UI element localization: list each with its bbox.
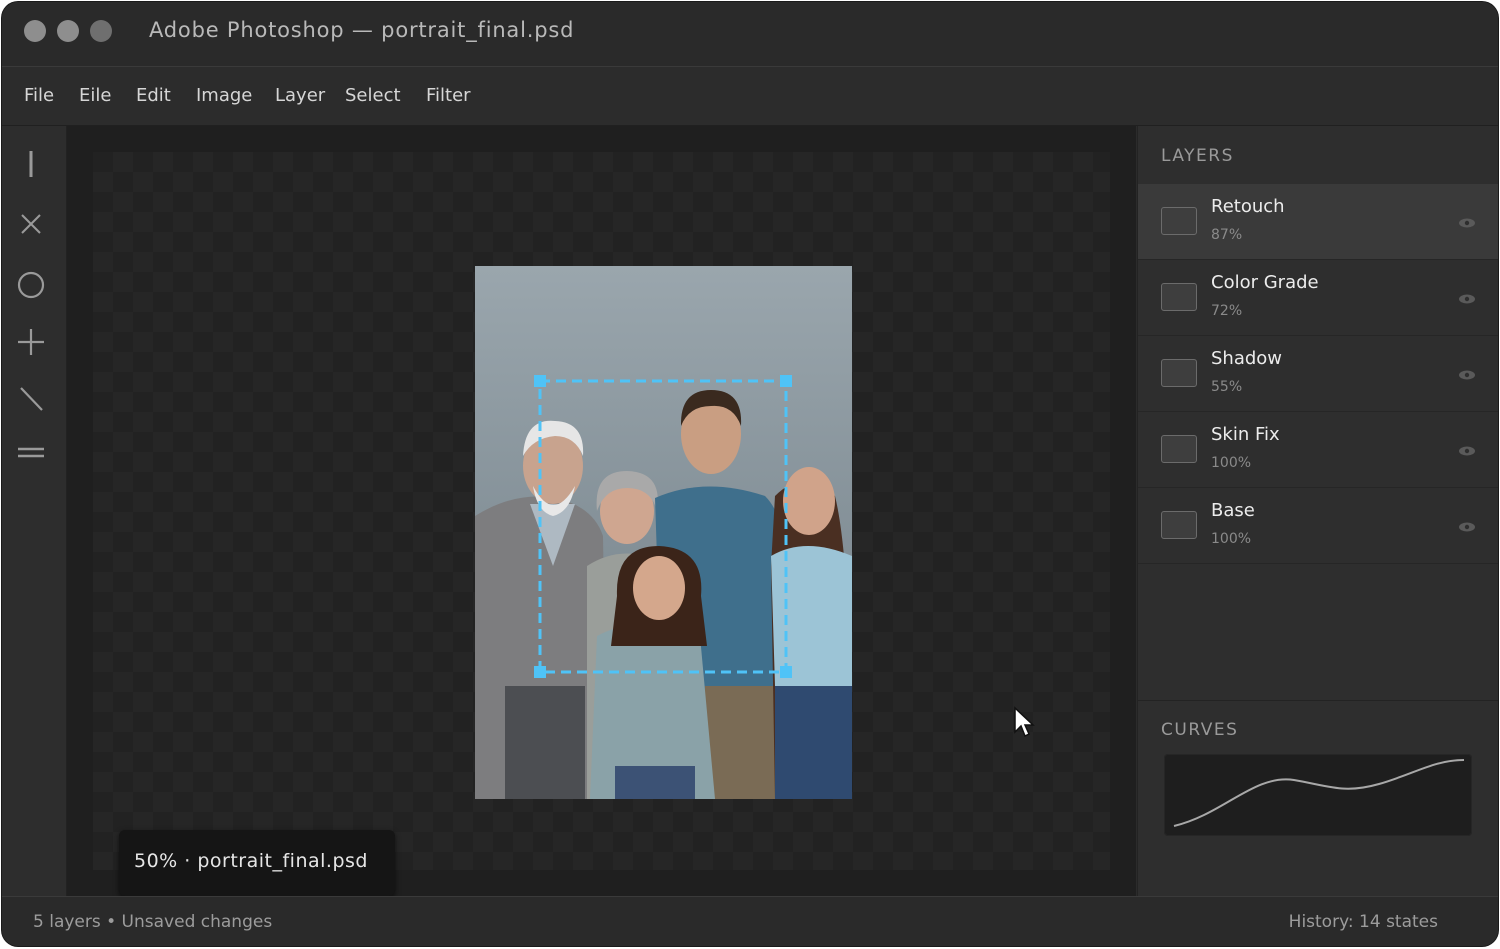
layer-name: Base xyxy=(1211,500,1255,521)
layer-row-shadow[interactable]: Shadow 55% xyxy=(1138,336,1498,412)
menu-image[interactable]: Image xyxy=(196,85,252,106)
line-tool-icon[interactable] xyxy=(15,383,47,415)
layer-thumbnail xyxy=(1161,207,1197,235)
artboard[interactable]: 50% · portrait_final.psd xyxy=(93,152,1110,896)
layer-opacity: 100% xyxy=(1211,531,1252,547)
eye-icon[interactable] xyxy=(1458,442,1476,456)
status-summary: 5 layers • Unsaved changes xyxy=(33,912,273,932)
menu-edit[interactable]: Edit xyxy=(136,85,171,106)
layer-opacity: 87% xyxy=(1211,227,1243,243)
menu-eile[interactable]: Eile xyxy=(79,85,111,106)
panel-divider xyxy=(1138,700,1498,701)
layer-row-color-grade[interactable]: Color Grade 72% xyxy=(1138,260,1498,336)
layers-heading: LAYERS xyxy=(1161,146,1234,166)
tools-panel xyxy=(2,126,67,896)
canvas-area[interactable]: 50% · portrait_final.psd xyxy=(67,126,1136,896)
menu-bar: File Eile Edit Image Layer Select Filter xyxy=(2,67,1498,126)
eye-icon[interactable] xyxy=(1458,518,1476,532)
layer-row-skin-fix[interactable]: Skin Fix 100% xyxy=(1138,412,1498,488)
history-status[interactable]: History: 14 states xyxy=(1289,912,1438,932)
layer-thumbnail xyxy=(1161,359,1197,387)
eye-icon[interactable] xyxy=(1458,290,1476,304)
right-panel: LAYERS Retouch 87% Color Grade 72% Shado… xyxy=(1137,126,1498,896)
eye-icon[interactable] xyxy=(1458,366,1476,380)
layer-thumbnail xyxy=(1161,283,1197,311)
layer-thumbnail xyxy=(1161,511,1197,539)
layer-row-base[interactable]: Base 100% xyxy=(1138,488,1498,564)
ellipse-tool-icon[interactable] xyxy=(15,269,47,301)
close-window-button[interactable] xyxy=(24,20,46,42)
layer-opacity: 72% xyxy=(1211,303,1243,319)
curves-heading: CURVES xyxy=(1161,720,1239,740)
mouse-pointer-icon xyxy=(1013,706,1037,740)
close-x-tool-icon[interactable] xyxy=(15,208,47,240)
layer-opacity: 55% xyxy=(1211,379,1243,395)
menu-select[interactable]: Select xyxy=(345,85,401,106)
menu-file[interactable]: File xyxy=(24,85,54,106)
layer-thumbnail xyxy=(1161,435,1197,463)
layer-name: Color Grade xyxy=(1211,272,1319,293)
window-title: Adobe Photoshop — portrait_final.psd xyxy=(149,18,575,42)
portrait-photo[interactable] xyxy=(475,266,852,799)
layer-name: Retouch xyxy=(1211,196,1285,217)
title-bar: Adobe Photoshop — portrait_final.psd xyxy=(2,2,1498,67)
menu-layer[interactable]: Layer xyxy=(275,85,325,106)
layer-opacity: 100% xyxy=(1211,455,1252,471)
app-window: Adobe Photoshop — portrait_final.psd Fil… xyxy=(2,2,1498,946)
layer-name: Shadow xyxy=(1211,348,1283,369)
zoom-window-button[interactable] xyxy=(90,20,112,42)
eye-icon[interactable] xyxy=(1458,214,1476,228)
minimize-window-button[interactable] xyxy=(57,20,79,42)
zoom-indicator: 50% · portrait_final.psd xyxy=(119,830,395,896)
layer-row-retouch[interactable]: Retouch 87% xyxy=(1138,184,1498,260)
vertical-bar-tool-icon[interactable] xyxy=(15,148,47,180)
status-bar: 5 layers • Unsaved changes History: 14 s… xyxy=(2,896,1498,946)
equals-tool-icon[interactable] xyxy=(15,436,47,468)
layer-name: Skin Fix xyxy=(1211,424,1280,445)
curves-graph[interactable] xyxy=(1164,754,1472,836)
zoom-label: 50% · portrait_final.psd xyxy=(134,850,368,872)
plus-tool-icon[interactable] xyxy=(15,326,47,358)
menu-filter[interactable]: Filter xyxy=(426,85,471,106)
